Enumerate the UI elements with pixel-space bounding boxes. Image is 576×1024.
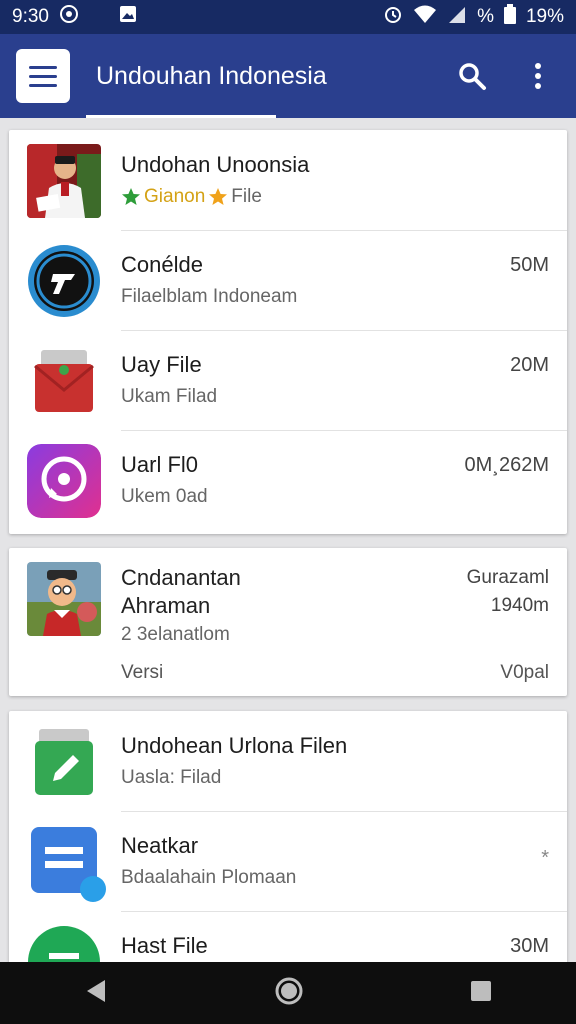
signal-icon — [447, 4, 467, 30]
item-badge: * — [541, 847, 549, 869]
list-item[interactable]: Undohean Urlona Filen Uasla: Filad — [9, 711, 567, 811]
item-subtitle: Ukem 0ad — [121, 486, 208, 507]
version-value: V0pal — [500, 662, 549, 683]
docs-icon — [27, 825, 106, 902]
item-title: Undohean Urlona Filen — [121, 733, 348, 758]
list-item[interactable]: Conélde Filaelblam Indoneam 50M — [9, 230, 567, 330]
featured-title-line2: Ahraman — [121, 593, 211, 618]
battery-level: 19% — [525, 6, 564, 27]
item-title: Undohan Unoonsia — [121, 152, 310, 177]
item-title: Uay File — [121, 352, 202, 377]
title-underline — [86, 115, 276, 118]
recents-button[interactable] — [469, 979, 493, 1008]
item-title: Conélde — [121, 252, 203, 277]
app-bar: Undouhan Indonesia — [0, 34, 576, 118]
featured-card[interactable]: Cndanantan Ahraman 2 3elanatlom Versi Gu… — [9, 548, 567, 696]
search-icon — [459, 63, 486, 90]
item-size: 30M — [510, 935, 549, 957]
search-button[interactable] — [450, 54, 494, 98]
featured-subtitle: 2 3elanatlom — [121, 624, 230, 645]
battery-icon — [503, 4, 516, 30]
green-star-icon — [122, 188, 140, 205]
item-tag: Gianon — [144, 186, 206, 207]
more-options-button[interactable] — [516, 54, 560, 98]
menu-icon-line — [29, 65, 57, 69]
list-item[interactable]: Neatkar Bdaalahain Plomaan * — [9, 811, 567, 911]
featured-title: Cndanantan Ahraman — [121, 564, 241, 620]
featured-meta-line2: 1940m — [490, 595, 549, 616]
home-icon — [275, 977, 303, 1004]
hamburger-menu-button[interactable] — [16, 49, 70, 103]
home-button[interactable] — [274, 976, 304, 1011]
item-subtitle: Uasla: Filad — [121, 767, 222, 788]
wifi-icon — [413, 4, 437, 30]
photo-icon — [119, 5, 137, 29]
item-title: Uarl Fl0 — [121, 452, 199, 477]
list-item[interactable]: Uarl Fl0 Ukem 0ad 0M¸262M — [9, 430, 567, 534]
back-button[interactable] — [83, 978, 109, 1009]
alarm-icon — [383, 4, 403, 30]
featured-meta: Gurazaml 1940m — [467, 564, 549, 620]
list-item[interactable]: Uay File Ukam Filad 20M — [9, 330, 567, 430]
files-card: Undohean Urlona Filen Uasla: Filad Neatk… — [9, 711, 567, 971]
mail-icon — [27, 344, 101, 418]
page-title: Undouhan Indonesia — [96, 61, 327, 90]
item-size: 20M — [510, 354, 549, 376]
whatsapp-icon — [59, 4, 79, 30]
item-subtitle: Filaelblam Indoneam — [121, 286, 298, 307]
orange-star-icon — [209, 188, 228, 205]
version-label: Versi — [121, 662, 164, 683]
edit-file-icon — [27, 725, 101, 799]
status-bar: 9:30 % 19% — [0, 0, 576, 34]
item-size: 50M — [510, 254, 549, 276]
recents-icon — [471, 980, 492, 1001]
downloads-card: Undohan Unoonsia Gianon File Conélde Fi… — [9, 130, 567, 534]
item-tag: File — [231, 186, 262, 207]
person-photo-thumbnail — [27, 144, 101, 218]
messenger-icon — [27, 444, 101, 518]
featured-meta-line1: Gurazaml — [466, 567, 549, 588]
item-subtitle: Ukam Filad — [121, 386, 218, 407]
item-size: 0M¸262M — [464, 454, 549, 476]
signal-percent: % — [477, 6, 494, 27]
featured-title-line1: Cndanantan — [121, 565, 241, 590]
item-subtitle: Bdaalahain Plomaan — [121, 867, 297, 888]
item-title: Neatkar — [121, 833, 199, 858]
system-nav-bar — [0, 962, 576, 1024]
more-vert-icon — [535, 63, 541, 89]
item-subtitle: Gianon File — [121, 186, 262, 208]
cartoon-thumbnail — [27, 562, 101, 636]
menu-icon-line — [29, 74, 57, 78]
list-item[interactable]: Undohan Unoonsia Gianon File — [9, 130, 567, 230]
menu-icon-line — [29, 83, 57, 87]
item-title: Hast File — [121, 933, 208, 958]
app-icon — [27, 244, 101, 318]
back-icon — [86, 979, 105, 1002]
status-time: 9:30 — [12, 6, 49, 27]
